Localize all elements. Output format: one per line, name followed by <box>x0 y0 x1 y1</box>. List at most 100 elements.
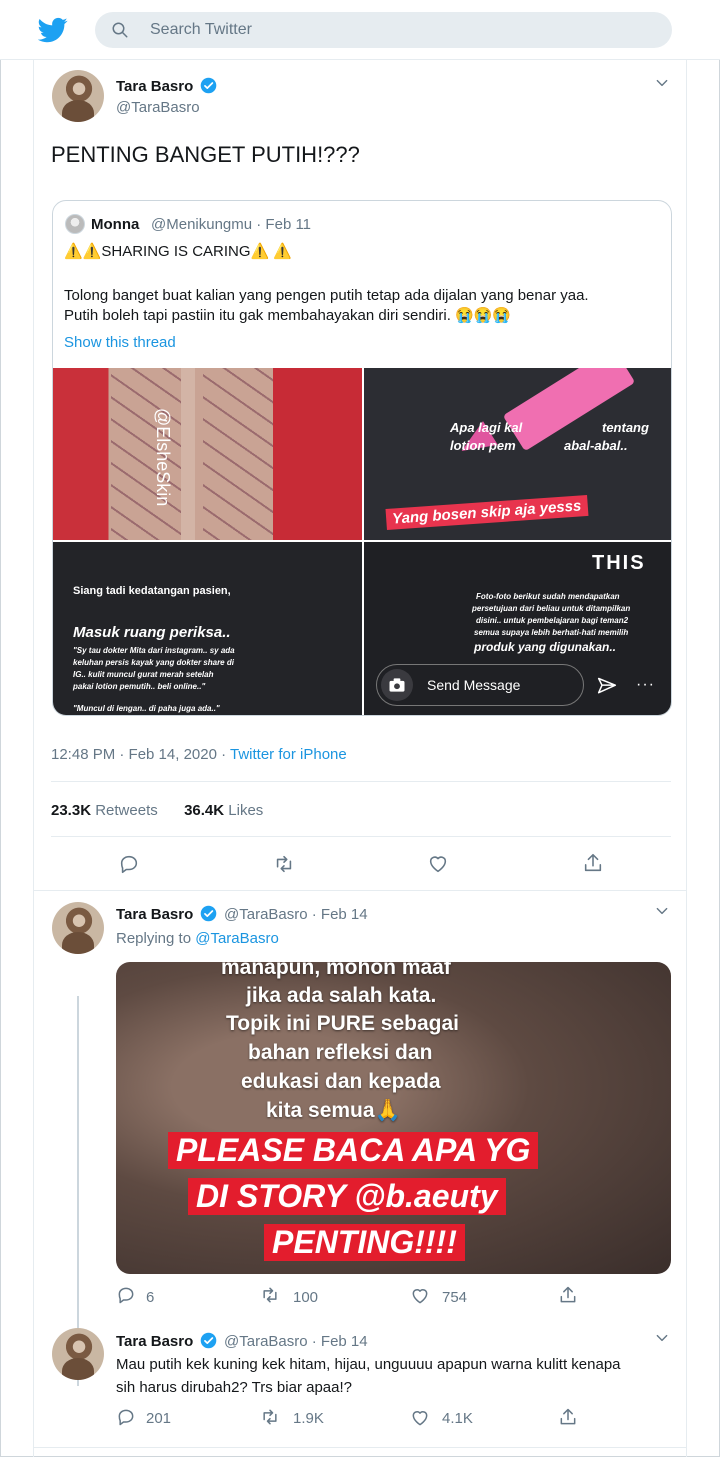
reply-handle-date[interactable]: @TaraBasro · Feb 14 <box>224 1333 368 1350</box>
avatar[interactable] <box>52 70 104 122</box>
story-text: "Muncul di lengan.. di paha juga ada.." <box>73 704 220 713</box>
reply-handle-date[interactable]: @TaraBasro · Feb 14 <box>224 906 368 923</box>
retweet-count: 1.9K <box>293 1410 324 1427</box>
like-count[interactable]: 36.4K <box>184 802 224 819</box>
image-text-line: bahan refleksi dan <box>248 1041 433 1064</box>
retweet-count[interactable]: 23.3K <box>51 802 91 819</box>
image-text-line: edukasi dan kepada <box>241 1070 441 1093</box>
tweet-text: PENTING BANGET PUTIH!??? <box>51 142 360 167</box>
quoted-text-line-1: ⚠️⚠️SHARING IS CARING⚠️ ⚠️ <box>64 243 293 260</box>
author-handle[interactable]: @TaraBasro <box>116 99 200 116</box>
quoted-avatar[interactable] <box>65 214 85 234</box>
retweet-icon[interactable] <box>260 1407 280 1427</box>
replying-to-prefix: Replying to <box>116 930 196 947</box>
divider <box>51 836 671 837</box>
story-text: Masuk ruang periksa.. <box>73 624 231 641</box>
avatar[interactable] <box>52 902 104 954</box>
reply-image[interactable]: manapun, mohon maaf jika ada salah kata.… <box>116 962 671 1274</box>
reply-count: 201 <box>146 1410 172 1427</box>
likes-label[interactable]: Likes <box>228 802 263 819</box>
story-text: Siang tadi kedatangan pasien, <box>73 585 231 597</box>
verified-badge-icon <box>200 905 217 922</box>
media-image-4[interactable]: THIS Foto-foto berikut sudah mendapatkan… <box>364 542 671 715</box>
show-thread-link[interactable]: Show this thread <box>64 334 176 351</box>
reply-author-name[interactable]: Tara Basro <box>116 906 193 923</box>
story-text: tentang <box>602 420 649 435</box>
story-text: disini.. untuk pembelajaran bagi teman2 <box>476 616 629 625</box>
story-text: IG.. kulit muncul gurat merah setelah <box>73 670 214 679</box>
author-name[interactable]: Tara Basro <box>116 78 193 95</box>
timeline-column: Tara Basro @TaraBasro PENTING BANGET PUT… <box>33 60 687 1457</box>
media-image-1[interactable]: @ElsheSkin <box>53 368 362 540</box>
image-red-banner: DI STORY @b.aeuty <box>188 1178 506 1215</box>
media-image-3[interactable]: Siang tadi kedatangan pasien, Masuk ruan… <box>53 542 362 715</box>
leg-right <box>203 368 273 540</box>
chevron-down-icon[interactable] <box>655 1331 669 1345</box>
reply-icon[interactable] <box>118 853 140 875</box>
like-icon[interactable] <box>410 1408 430 1428</box>
like-count: 754 <box>442 1289 468 1306</box>
image-red-banner: PENTING!!!! <box>264 1224 465 1261</box>
separator <box>34 890 686 891</box>
reply-text-line-1: Mau putih kek kuning kek hitam, hijau, u… <box>116 1356 621 1373</box>
chevron-down-icon[interactable] <box>655 904 669 918</box>
retweets-label[interactable]: Retweets <box>95 802 158 819</box>
story-text: semua supaya lebih berhati-hati memilih <box>474 628 629 637</box>
reply-icon[interactable] <box>116 1407 136 1427</box>
more-options-icon[interactable]: ··· <box>636 676 655 694</box>
story-text: keluhan persis kayak yang dokter share d… <box>73 658 234 667</box>
media-grid: @ElsheSkin Apa lagi kal tentang lotion p… <box>53 368 671 715</box>
send-message-label: Send Message <box>427 677 521 693</box>
story-text: Apa lagi kal <box>450 420 523 435</box>
like-icon[interactable] <box>427 853 449 875</box>
quoted-tweet[interactable]: Monna @Menikungmu · Feb 11 ⚠️⚠️SHARING I… <box>52 200 672 716</box>
chevron-down-icon[interactable] <box>655 76 669 90</box>
replying-to: Replying to @TaraBasro <box>116 930 279 947</box>
image-text-line: manapun, mohon maaf <box>221 962 451 979</box>
tweet-timestamp: 12:48 PM · Feb 14, 2020 · Twitter for iP… <box>51 746 347 763</box>
reply-author-name[interactable]: Tara Basro <box>116 1333 193 1350</box>
image-text-line: kita semua🙏 <box>266 1099 401 1122</box>
story-text: lotion pem <box>450 438 516 453</box>
story-text: Foto-foto berikut sudah mendapatkan <box>476 592 620 601</box>
story-text: pakai lotion pemutih.. beli online.." <box>73 682 206 691</box>
top-bar <box>0 0 720 60</box>
twitter-logo-icon[interactable] <box>38 15 68 45</box>
quoted-author-name[interactable]: Monna <box>91 216 139 233</box>
retweet-icon[interactable] <box>260 1285 280 1305</box>
image-red-banner: PLEASE BACA APA YG <box>168 1132 539 1169</box>
send-plane-icon[interactable] <box>596 676 618 696</box>
search-icon <box>112 22 128 38</box>
image-watermark: @ElsheSkin <box>153 408 173 507</box>
media-image-2[interactable]: Apa lagi kal tentang lotion pem abal-aba… <box>364 368 671 540</box>
share-icon[interactable] <box>558 1285 578 1305</box>
story-text: "Sy tau dokter Mita dari instagram.. sy … <box>73 646 235 655</box>
avatar[interactable] <box>52 1328 104 1380</box>
tweet-source-link[interactable]: Twitter for iPhone <box>230 746 347 763</box>
verified-badge-icon <box>200 1332 217 1349</box>
share-icon[interactable] <box>582 852 604 874</box>
story-text: persetujuan dari beliau untuk ditampilka… <box>472 604 631 613</box>
verified-badge-icon <box>200 77 217 94</box>
search-input[interactable] <box>150 12 650 48</box>
retweet-icon[interactable] <box>273 853 295 875</box>
story-red-banner: Yang bosen skip aja yesss <box>385 494 589 531</box>
replying-to-handle[interactable]: @TaraBasro <box>195 930 279 947</box>
camera-icon[interactable] <box>381 669 413 701</box>
reply-text-line-2: sih harus dirubah2? Trs biar apaa!? <box>116 1379 352 1396</box>
send-message-box[interactable]: Send Message <box>376 664 584 706</box>
timestamp-text[interactable]: 12:48 PM · Feb 14, 2020 · <box>51 746 230 763</box>
like-count: 4.1K <box>442 1410 473 1427</box>
reply-icon[interactable] <box>116 1285 136 1305</box>
quoted-text-line-3: Putih boleh tapi pastiin itu gak membaha… <box>64 307 512 324</box>
story-badge: THIS <box>592 552 646 574</box>
quoted-handle-date[interactable]: @Menikungmu · Feb 11 <box>151 216 311 233</box>
image-text-line: jika ada salah kata. <box>246 984 437 1007</box>
tweet-stats: 23.3K Retweets 36.4K Likes <box>51 802 263 819</box>
retweet-count: 100 <box>293 1289 319 1306</box>
share-icon[interactable] <box>558 1407 578 1427</box>
separator <box>34 1447 686 1448</box>
search-box[interactable] <box>95 12 672 48</box>
like-icon[interactable] <box>410 1286 430 1306</box>
quoted-text-line-2: Tolong banget buat kalian yang pengen pu… <box>64 287 589 304</box>
